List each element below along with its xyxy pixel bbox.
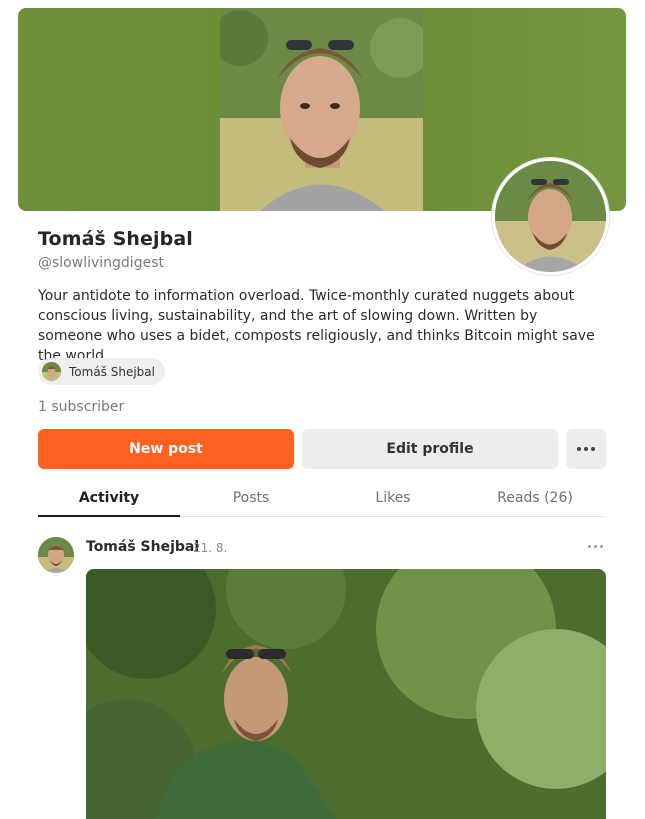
profile-handle: @slowlivingdigest	[38, 255, 164, 271]
post-author-name[interactable]: Tomáš Shejbal	[86, 539, 199, 555]
chip-label: Tomáš Shejbal	[69, 364, 155, 379]
tab-posts[interactable]: Posts	[180, 480, 322, 516]
post-more-icon[interactable]	[588, 545, 603, 548]
subscriber-count[interactable]: 1 subscriber	[38, 399, 124, 415]
profile-avatar[interactable]	[492, 158, 609, 275]
profile-tabs: Activity Posts Likes Reads (26)	[38, 480, 606, 517]
profile-name: Tomáš Shejbal	[38, 228, 193, 250]
tab-activity[interactable]: Activity	[38, 480, 180, 517]
post-author-avatar[interactable]	[38, 537, 74, 573]
author-chip[interactable]: Tomáš Shejbal	[38, 358, 165, 385]
more-horizontal-icon	[577, 447, 595, 451]
avatar-image	[495, 161, 606, 272]
more-options-button[interactable]	[566, 429, 606, 469]
post-image[interactable]	[86, 569, 606, 819]
banner-photo	[220, 8, 423, 211]
tab-likes[interactable]: Likes	[322, 480, 464, 516]
chip-avatar	[42, 362, 61, 381]
tab-reads[interactable]: Reads (26)	[464, 480, 606, 516]
post-photo	[86, 569, 606, 819]
edit-profile-button[interactable]: Edit profile	[302, 429, 558, 469]
portrait-image	[220, 8, 423, 211]
chip-avatar-image	[42, 362, 61, 381]
post-avatar-image	[38, 537, 74, 573]
new-post-button[interactable]: New post	[38, 429, 294, 469]
post-date: 21. 8.	[193, 541, 228, 555]
profile-bio: Your antidote to information overload. T…	[38, 288, 595, 364]
